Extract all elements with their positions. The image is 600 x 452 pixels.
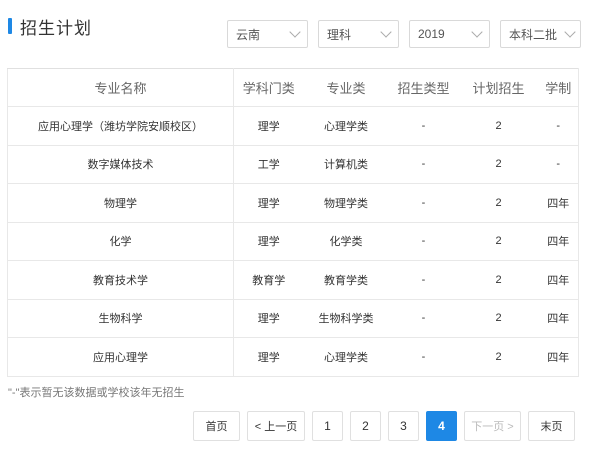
cell-major-category: 心理学类	[303, 106, 389, 146]
batch-select-value: 本科二批	[509, 27, 558, 42]
cell-planned-count: 2	[458, 337, 539, 377]
section-header: 招生计划	[8, 14, 92, 38]
cell-planned-count: 2	[458, 221, 539, 261]
table-row: 数字媒体技术 工学 计算机类 - 2 -	[7, 144, 579, 184]
cell-planned-count: 2	[458, 144, 539, 184]
column-header-duration: 学制	[538, 68, 579, 107]
page-button-3[interactable]: 3	[388, 411, 419, 441]
cell-discipline: 理学	[233, 221, 304, 261]
chevron-down-icon	[289, 26, 301, 38]
pagination: 首页 < 上一页 1 2 3 4 下一页 > 末页	[193, 411, 575, 441]
first-page-button[interactable]: 首页	[193, 411, 240, 441]
enrollment-plan-table: 专业名称 学科门类 专业类 招生类型 计划招生 学制 应用心理学（潍坊学院安顺校…	[7, 68, 579, 377]
table-row: 化学 理学 化学类 - 2 四年	[7, 221, 579, 261]
cell-discipline: 理学	[233, 183, 304, 223]
chevron-down-icon	[380, 26, 392, 38]
cell-enrollment-type: -	[388, 260, 459, 300]
cell-major: 化学	[7, 221, 234, 261]
cell-major: 教育技术学	[7, 260, 234, 300]
cell-enrollment-type: -	[388, 144, 459, 184]
chevron-down-icon	[564, 26, 576, 38]
cell-duration: 四年	[538, 337, 579, 377]
cell-discipline: 理学	[233, 106, 304, 146]
table-row: 应用心理学（潍坊学院安顺校区） 理学 心理学类 - 2 -	[7, 106, 579, 146]
province-select-value: 云南	[236, 27, 261, 42]
cell-major: 生物科学	[7, 298, 234, 338]
cell-enrollment-type: -	[388, 221, 459, 261]
cell-major: 数字媒体技术	[7, 144, 234, 184]
cell-major: 应用心理学（潍坊学院安顺校区）	[7, 106, 234, 146]
table-header-row: 专业名称 学科门类 专业类 招生类型 计划招生 学制	[7, 68, 579, 107]
prev-page-button[interactable]: < 上一页	[247, 411, 305, 441]
batch-select[interactable]: 本科二批	[500, 20, 581, 48]
chevron-down-icon	[471, 26, 483, 38]
subject-select[interactable]: 理科	[318, 20, 399, 48]
cell-major-category: 生物科学类	[303, 298, 389, 338]
cell-duration: -	[538, 106, 579, 146]
table-row: 教育技术学 教育学 教育学类 - 2 四年	[7, 260, 579, 300]
column-header-enrollment-type: 招生类型	[388, 68, 459, 107]
page-title: 招生计划	[20, 18, 92, 38]
column-header-planned-count: 计划招生	[458, 68, 539, 107]
cell-discipline: 教育学	[233, 260, 304, 300]
cell-discipline: 理学	[233, 337, 304, 377]
table-footnote: "-"表示暂无该数据或学校该年无招生	[8, 387, 185, 399]
cell-major: 物理学	[7, 183, 234, 223]
cell-discipline: 理学	[233, 298, 304, 338]
cell-enrollment-type: -	[388, 337, 459, 377]
column-header-major: 专业名称	[7, 68, 234, 107]
province-select[interactable]: 云南	[227, 20, 308, 48]
column-header-discipline: 学科门类	[233, 68, 304, 107]
cell-duration: 四年	[538, 183, 579, 223]
page-button-current[interactable]: 4	[426, 411, 457, 441]
subject-select-value: 理科	[327, 27, 352, 42]
cell-major-category: 心理学类	[303, 337, 389, 377]
year-select[interactable]: 2019	[409, 20, 490, 48]
cell-duration: 四年	[538, 298, 579, 338]
page-button-1[interactable]: 1	[312, 411, 343, 441]
cell-major-category: 物理学类	[303, 183, 389, 223]
cell-planned-count: 2	[458, 298, 539, 338]
cell-planned-count: 2	[458, 106, 539, 146]
cell-duration: -	[538, 144, 579, 184]
cell-major: 应用心理学	[7, 337, 234, 377]
cell-duration: 四年	[538, 221, 579, 261]
cell-planned-count: 2	[458, 260, 539, 300]
cell-enrollment-type: -	[388, 298, 459, 338]
cell-major-category: 计算机类	[303, 144, 389, 184]
last-page-button[interactable]: 末页	[528, 411, 575, 441]
next-page-button: 下一页 >	[464, 411, 521, 441]
year-select-value: 2019	[418, 27, 445, 41]
cell-major-category: 化学类	[303, 221, 389, 261]
column-header-major-category: 专业类	[303, 68, 389, 107]
cell-enrollment-type: -	[388, 106, 459, 146]
page-button-2[interactable]: 2	[350, 411, 381, 441]
cell-discipline: 工学	[233, 144, 304, 184]
title-accent-bar	[8, 18, 12, 34]
filter-bar: 云南 理科 2019 本科二批	[227, 20, 581, 48]
table-row: 物理学 理学 物理学类 - 2 四年	[7, 183, 579, 223]
cell-enrollment-type: -	[388, 183, 459, 223]
cell-duration: 四年	[538, 260, 579, 300]
cell-major-category: 教育学类	[303, 260, 389, 300]
table-row: 生物科学 理学 生物科学类 - 2 四年	[7, 298, 579, 338]
table-row: 应用心理学 理学 心理学类 - 2 四年	[7, 337, 579, 377]
cell-planned-count: 2	[458, 183, 539, 223]
